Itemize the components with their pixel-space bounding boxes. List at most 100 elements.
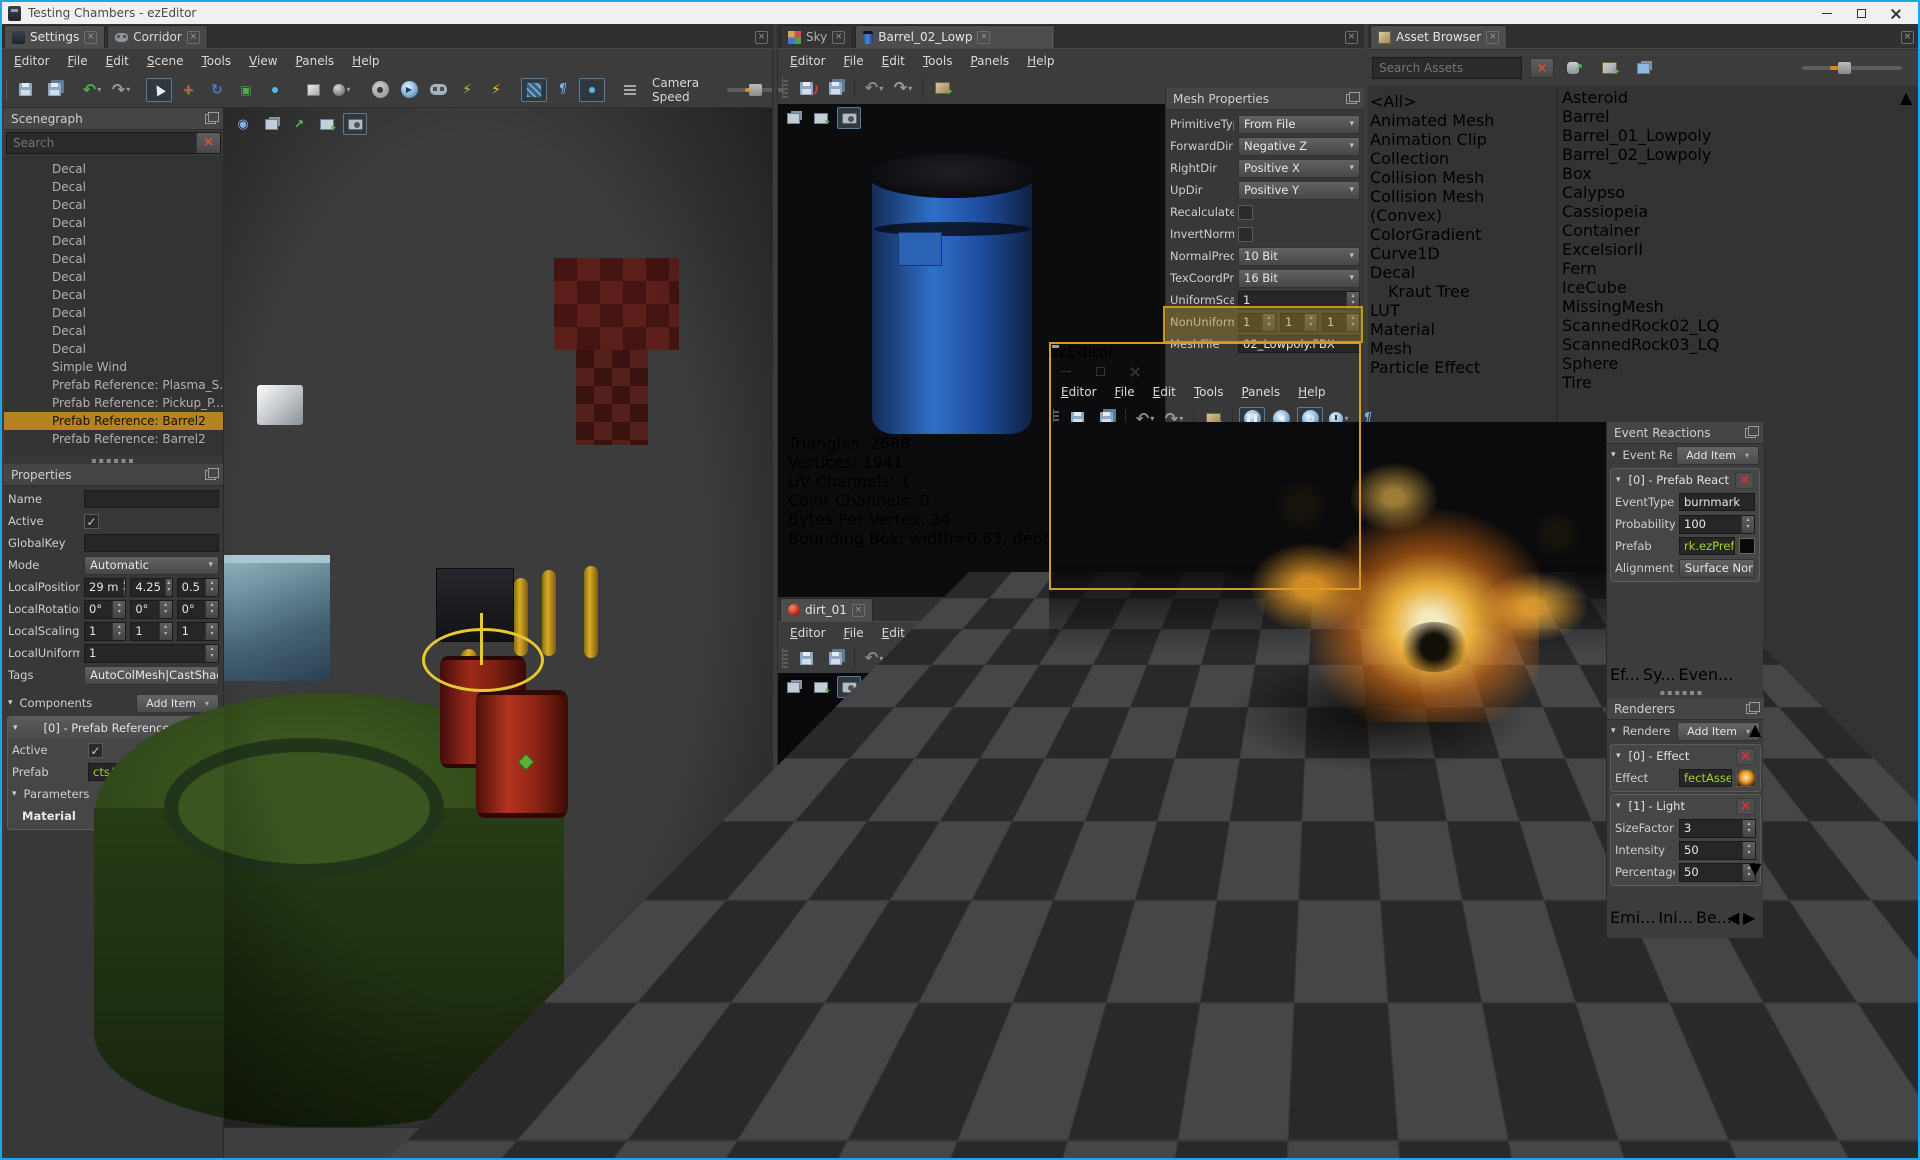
text-field[interactable]: burnmark [1679,493,1755,511]
export-button[interactable] [1596,56,1622,80]
box-gizmo-button[interactable] [300,78,326,102]
tab-close-icon[interactable] [84,30,98,44]
menu-item-file[interactable]: File [60,52,96,70]
redo-button[interactable]: ▾ [890,76,916,100]
tab-settings[interactable]: Settings [4,25,106,48]
play-button[interactable]: ▶ [396,78,422,102]
collapse-icon[interactable] [1616,751,1621,761]
dropdown[interactable]: Surface Nor [1679,558,1755,578]
undo-button[interactable]: ▾ [861,76,887,100]
dot-toggle-button[interactable] [579,77,605,102]
asset-card[interactable]: ScannedRock02_LQ [1562,316,1902,335]
play-record-button[interactable]: ● [367,78,393,102]
asset-card[interactable]: MissingMesh [1562,297,1902,316]
scroll-up-arrow[interactable]: ▲ [1900,88,1917,107]
asset-card[interactable]: Calypso [1562,183,1902,202]
checkbox[interactable] [84,513,99,529]
camera-button[interactable] [343,113,367,135]
asset-type-animated-mesh[interactable]: Animated Mesh [1370,111,1556,130]
tabs-scroll-right[interactable]: ▶ [1743,908,1755,927]
asset-type-collision-mesh[interactable]: Collision Mesh [1370,168,1556,187]
scroll-down-arrow[interactable]: ▼ [1749,859,1762,878]
scrollbar-handle[interactable] [1749,739,1762,859]
spinner[interactable]: 50 [1679,862,1756,882]
spinner[interactable]: 0° [84,599,127,619]
asset-card[interactable]: Barrel_02_Lowpoly [1562,145,1902,164]
spinner[interactable]: 3 [1679,818,1756,838]
undo-button[interactable]: ▾ [79,78,105,102]
spinner[interactable]: 50 [1679,840,1756,860]
float-panel-icon[interactable] [205,111,219,124]
asset-type-collection[interactable]: Collection [1370,149,1556,168]
renderers-scrollbar[interactable]: ▲ ▼ [1749,720,1762,896]
scale-tool-button[interactable] [233,78,259,102]
screenshot-button[interactable] [809,107,833,129]
asset-type--all-[interactable]: <All> [1370,92,1556,111]
menu-item-file[interactable]: File [836,624,872,642]
menu-item-tools[interactable]: Tools [193,52,239,70]
asset-type-collision-mesh-convex-[interactable]: Collision Mesh (Convex) [1370,187,1556,225]
camera-preview-button[interactable] [231,113,255,135]
float-panel-icon[interactable] [1745,425,1759,438]
floating-editor-window[interactable]: ezEditor EditorFileEditToolsPanelsHelp ▾… [2,342,1918,1158]
tab-close-icon[interactable] [186,30,200,44]
tab-close-icon[interactable] [851,603,865,617]
spinner[interactable]: 29 m [84,577,127,597]
rotate-tool-button[interactable] [204,78,230,102]
dropdown[interactable]: Positive X [1238,158,1360,178]
asset-card[interactable]: Container [1562,221,1902,240]
collapse-icon[interactable] [13,723,18,733]
tabs-scroll-left[interactable]: ◀ [1727,908,1739,927]
tab-sky[interactable]: Sky [780,25,854,48]
float-panel-icon[interactable] [1346,91,1360,104]
asset-type-curve1d[interactable]: Curve1D [1370,244,1556,263]
menu-item-editor[interactable]: Editor [782,52,834,70]
event-panel-tab[interactable]: Even... [1678,665,1733,684]
list-view-button[interactable] [1630,56,1656,80]
save-button[interactable] [793,76,819,100]
save-button[interactable] [12,78,38,102]
asset-type-material[interactable]: Material [1370,320,1556,339]
checkbox[interactable] [1238,204,1253,220]
save-all-button[interactable] [822,646,848,670]
reload-engine-button[interactable] [483,78,509,102]
asset-type-animation-clip[interactable]: Animation Clip [1370,130,1556,149]
add-renderer-button[interactable]: Add Item [1677,721,1760,741]
expand-button[interactable] [287,113,311,135]
spinner-arrows[interactable] [1741,515,1754,533]
pilcrow-toggle-button[interactable] [550,78,576,102]
color-swatch[interactable] [1739,538,1755,554]
drag-to-position-button[interactable] [262,78,288,102]
save-all-button[interactable] [41,78,67,102]
dropdown[interactable]: 16 Bit [1238,268,1360,288]
slider-knob[interactable] [1838,62,1851,74]
thumbnail-size-slider[interactable] [1802,62,1902,74]
layers-button[interactable] [781,676,805,698]
tab-corridor[interactable]: Corridor [107,25,208,48]
layers-button[interactable] [617,78,643,102]
screenshot-button[interactable] [809,676,833,698]
simulate-button[interactable] [425,78,451,102]
render-mode-button[interactable] [521,77,547,102]
reload-resources-button[interactable] [454,78,480,102]
dropdown[interactable]: From File [1238,114,1360,134]
menu-item-view[interactable]: View [241,52,285,70]
asset-type-decal[interactable]: Decal [1370,263,1556,282]
active-checkbox[interactable] [88,742,103,758]
pane-close-icon[interactable] [755,31,768,44]
group-header[interactable]: [0] - Prefab Reaction [1611,469,1759,491]
event-panel-tab[interactable]: Ef... [1610,665,1640,684]
scrollbar-handle[interactable] [1900,107,1917,437]
event-panel-tab[interactable]: Sy... [1643,665,1676,684]
pane-close-icon[interactable] [1345,31,1358,44]
asset-card[interactable]: Cassiopeia [1562,202,1902,221]
menu-item-edit[interactable]: Edit [98,52,137,70]
sphere-gizmo-button[interactable]: ▾ [329,78,355,102]
asset-card[interactable]: ExcelsiorII [1562,240,1902,259]
export-asset-button[interactable] [929,76,955,100]
dropdown[interactable]: Negative Z [1238,136,1360,156]
save-all-button[interactable] [822,76,848,100]
asset-card[interactable]: Box [1562,164,1902,183]
collapse-icon[interactable] [1616,475,1621,485]
asset-type-colorgradient[interactable]: ColorGradient [1370,225,1556,244]
